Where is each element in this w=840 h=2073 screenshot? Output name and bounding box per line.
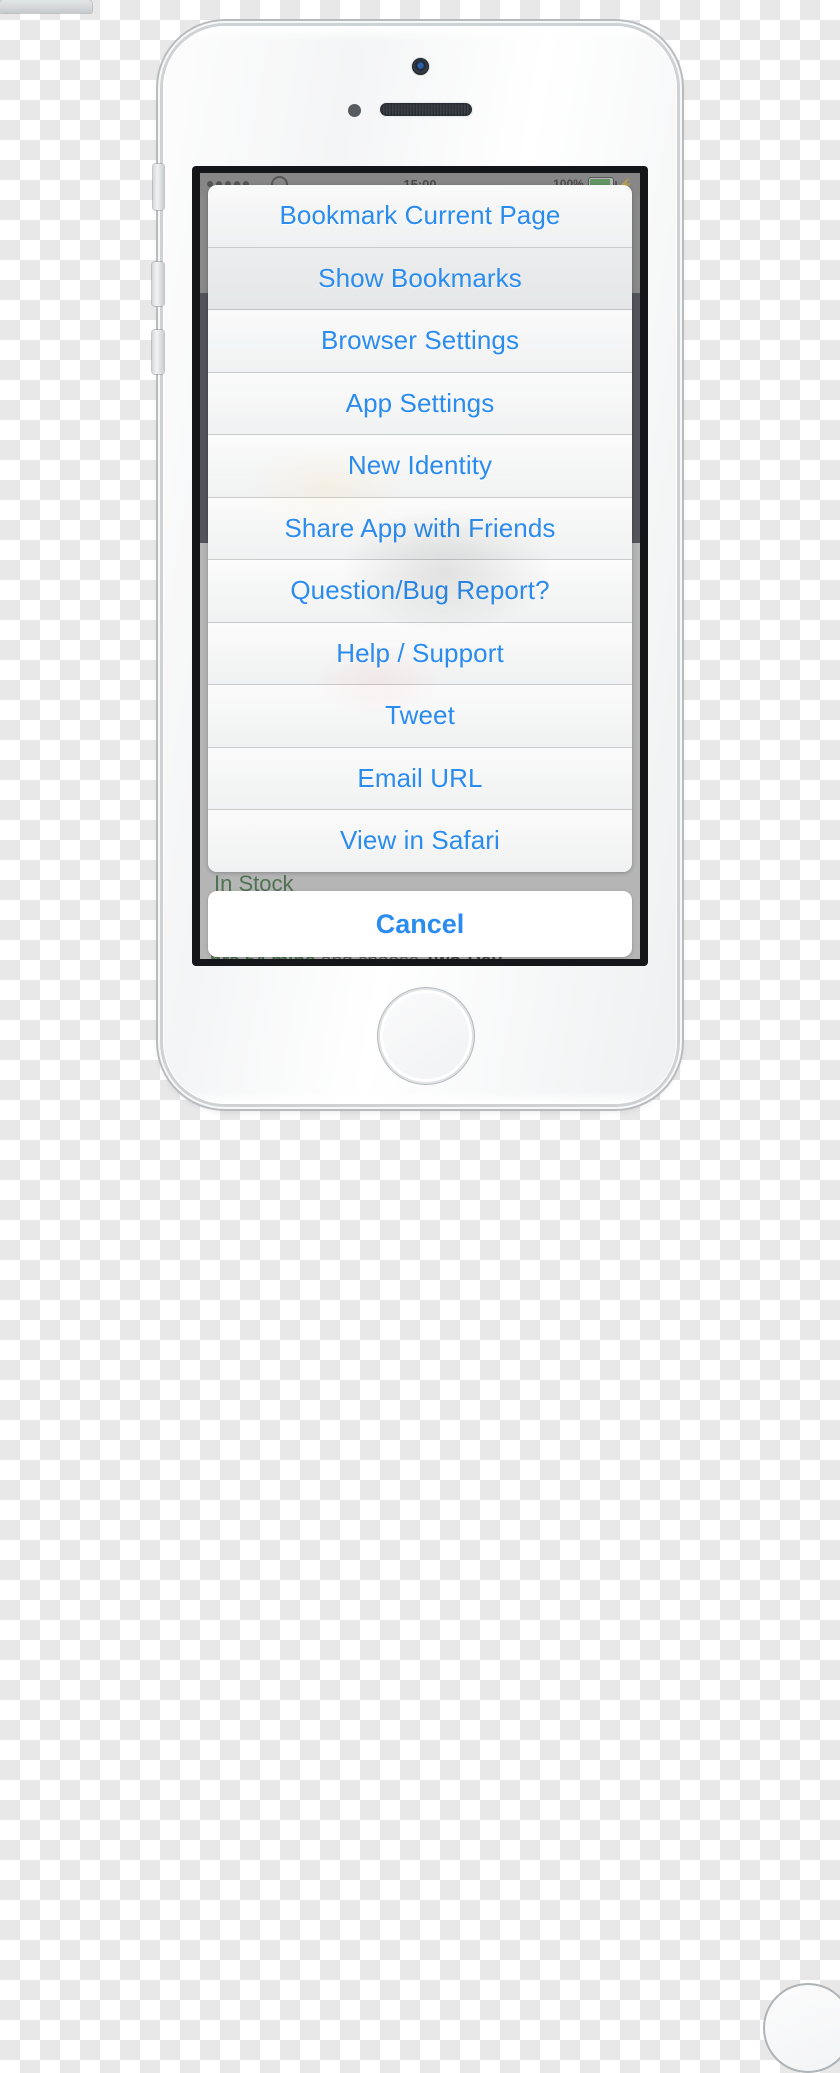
sheet-item-email-url[interactable]: Email URL bbox=[208, 747, 632, 810]
sheet-item-question-bug-report[interactable]: Question/Bug Report? bbox=[208, 560, 632, 623]
home-button-ring bbox=[763, 1983, 840, 2073]
sheet-item-help-support[interactable]: Help / Support bbox=[208, 622, 632, 685]
sheet-item-bookmark-current-page[interactable]: Bookmark Current Page bbox=[208, 185, 632, 248]
sheet-item-new-identity[interactable]: New Identity bbox=[208, 435, 632, 498]
proximity-sensor-icon bbox=[348, 104, 361, 117]
volume-up-button[interactable] bbox=[152, 262, 164, 306]
sheet-item-show-bookmarks[interactable]: Show Bookmarks bbox=[208, 247, 632, 310]
sheet-item-view-in-safari[interactable]: View in Safari bbox=[208, 810, 632, 872]
power-button[interactable] bbox=[0, 0, 92, 13]
speaker-grille-icon bbox=[380, 103, 472, 116]
action-sheet: Bookmark Current Page Show Bookmarks Brows… bbox=[208, 185, 632, 872]
home-button[interactable] bbox=[380, 990, 840, 2073]
cancel-button[interactable]: Cancel bbox=[208, 891, 632, 957]
sheet-item-share-app-with-friends[interactable]: Share App with Friends bbox=[208, 497, 632, 560]
phone-screen: 15:00 100% ⚡ In Stock hrs 54 mins and ch… bbox=[200, 173, 640, 959]
volume-down-button[interactable] bbox=[152, 330, 164, 374]
sheet-item-app-settings[interactable]: App Settings bbox=[208, 372, 632, 435]
sheet-item-tweet[interactable]: Tweet bbox=[208, 685, 632, 748]
action-sheet-item-list: Bookmark Current Page Show Bookmarks Brows… bbox=[208, 185, 632, 872]
camera-icon bbox=[412, 58, 429, 75]
mute-switch[interactable] bbox=[153, 164, 164, 210]
sheet-item-browser-settings[interactable]: Browser Settings bbox=[208, 310, 632, 373]
